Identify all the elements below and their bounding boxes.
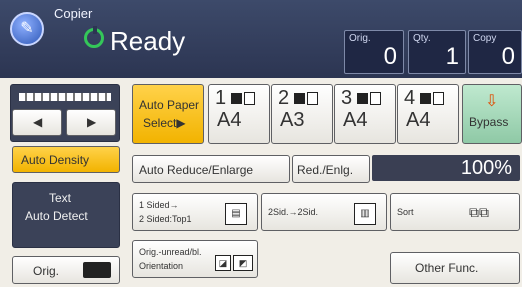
right-arrow-icon: ▶: [87, 115, 97, 129]
copier-screen: ✎ Copier Ready Orig. 0 Qty. 1 Copy 0 ◀ ▶…: [0, 0, 522, 287]
auto-density-label: Auto Density: [21, 153, 90, 167]
tray-4-size: A4: [406, 109, 431, 131]
copier-app-icon: ✎: [10, 12, 44, 46]
duplex-label-line1: 1 Sided→: [139, 200, 179, 210]
document-icon: [83, 262, 111, 278]
auto-density-button[interactable]: Auto Density: [12, 146, 120, 173]
text-mode-label-line1: Text: [49, 191, 72, 205]
tray-4-number: 4: [404, 87, 416, 109]
tray-4-icons: [420, 91, 444, 106]
orientation-label-line2: Orientation: [139, 261, 184, 271]
auto-paper-label-line2: Select▶: [143, 116, 186, 130]
auto-reduce-enlarge-label: Auto Reduce/Enlarge: [139, 163, 254, 177]
orientation-landscape-icon: ◩: [233, 255, 253, 271]
original-counter-value: 0: [383, 43, 397, 70]
tray-1-button[interactable]: 1 A4: [208, 84, 270, 144]
two-sided-combine-button[interactable]: 2Sid.→2Sid. ▥: [261, 193, 387, 231]
density-lighter-button[interactable]: ◀: [12, 109, 62, 136]
tray-2-icons: [294, 91, 318, 106]
original-counter: Orig. 0: [344, 30, 404, 74]
copy-counter-label: Copy: [473, 33, 497, 44]
app-name: Copier: [54, 6, 93, 21]
sort-label: Sort: [397, 207, 414, 217]
tray-2-number: 2: [278, 87, 290, 109]
bypass-button[interactable]: ⇩ Bypass: [462, 84, 522, 144]
tray-2-button[interactable]: 2 A3: [271, 84, 333, 144]
tray-3-button[interactable]: 3 A4: [334, 84, 396, 144]
left-arrow-icon: ◀: [33, 115, 43, 129]
auto-reduce-enlarge-button[interactable]: Auto Reduce/Enlarge: [132, 155, 290, 183]
orig-type-label: Orig.: [33, 264, 60, 278]
orientation-portrait-icon: ◪: [215, 255, 231, 271]
power-icon: [84, 26, 104, 48]
duplex-label-line2: 2 Sided:Top1: [139, 214, 192, 224]
quantity-counter: Qty. 1: [408, 30, 466, 74]
tray-1-number: 1: [215, 87, 227, 109]
auto-paper-select-button[interactable]: Auto Paper Select▶: [132, 84, 204, 144]
ratio-display: 100%: [372, 155, 520, 181]
auto-paper-label-line1: Auto Paper: [139, 98, 200, 112]
tray-1-icons: [231, 91, 255, 106]
combine-icon: ▥: [354, 203, 376, 225]
tray-3-icons: [357, 91, 381, 106]
text-mode-label-line2: Auto Detect: [25, 209, 88, 223]
tray-1-size: A4: [217, 109, 242, 131]
tray-3-size: A4: [343, 109, 368, 131]
header-bar: ✎ Copier Ready Orig. 0 Qty. 1 Copy 0: [0, 0, 522, 78]
two-sided-combine-label: 2Sid.→2Sid.: [268, 207, 319, 217]
density-darker-button[interactable]: ▶: [66, 109, 116, 136]
duplex-1-to-2-button[interactable]: 1 Sided→ 2 Sided:Top1 ▤: [132, 193, 258, 231]
bypass-label: Bypass: [469, 115, 509, 129]
copy-counter: Copy 0: [468, 30, 522, 74]
reduce-enlarge-button[interactable]: Red./Enlg.: [292, 155, 370, 183]
reduce-enlarge-label: Red./Enlg.: [297, 163, 354, 177]
orientation-label-line1: Orig.-unread/bl.: [139, 247, 202, 257]
original-counter-label: Orig.: [349, 33, 371, 44]
sort-button[interactable]: Sort ⧉⧉: [390, 193, 520, 231]
tray-2-size: A3: [280, 109, 305, 131]
quantity-counter-label: Qty.: [413, 33, 431, 44]
density-meter: [19, 93, 111, 101]
status-text: Ready: [110, 26, 186, 56]
orientation-button[interactable]: Orig.-unread/bl. Orientation ◪ ◩: [132, 240, 258, 278]
other-functions-label: Other Func.: [415, 261, 479, 275]
ratio-value: 100%: [460, 157, 512, 179]
bypass-tray-icon: ⇩: [485, 93, 499, 110]
tray-3-number: 3: [341, 87, 353, 109]
quantity-counter-value: 1: [445, 43, 459, 70]
sort-icon: ⧉⧉: [469, 204, 489, 220]
duplex-icon: ▤: [225, 203, 247, 225]
other-functions-button[interactable]: Other Func.: [390, 252, 520, 284]
tray-4-button[interactable]: 4 A4: [397, 84, 459, 144]
text-mode-button[interactable]: Text Auto Detect: [12, 182, 120, 248]
copy-counter-value: 0: [501, 43, 515, 70]
orig-type-button[interactable]: Orig.: [12, 256, 120, 284]
